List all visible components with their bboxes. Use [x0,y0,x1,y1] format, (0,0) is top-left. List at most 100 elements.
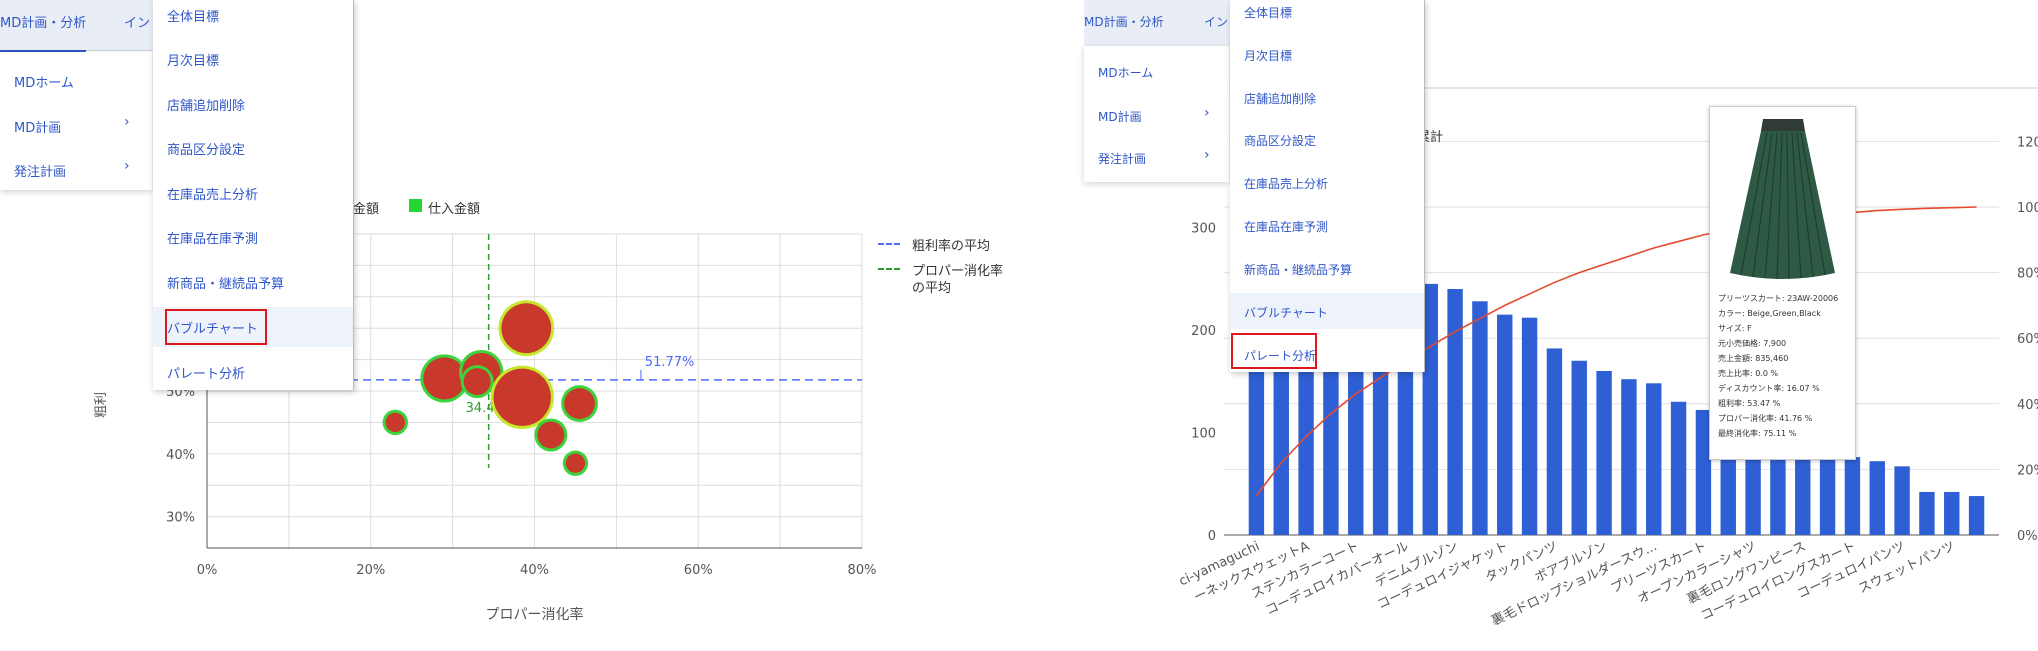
y2-tick-label: 80% [2017,267,2038,282]
y2-tick-label: 120% [2017,135,2038,150]
dropdown-item-new-continuing-budget[interactable]: 新商品・継続品予算 [1244,261,1352,278]
top-nav: MD計画・分析 イン [1084,0,1236,48]
dropdown-item-product-category[interactable]: 商品区分設定 [1244,132,1316,149]
x-tick-label: 20% [356,563,385,578]
dropdown-item-stock-forecast[interactable]: 在庫品在庫予測 [1244,218,1328,235]
tooltip-line: サイズ: F [1718,324,1752,333]
highlight-box-pareto-analysis [1231,333,1317,369]
pareto-bar [1795,447,1811,535]
skirt-image [1730,119,1835,280]
tooltip-line: プロパー消化率: 41.76 % [1718,414,1813,423]
tooltip-line: 売上金額: 835,460 [1718,354,1789,363]
chevron-right-icon: › [124,114,130,130]
submenu-item-md-home[interactable]: MDホーム [14,72,74,91]
dropdown-item-store-add-remove[interactable]: 店舗追加削除 [167,95,245,114]
bubble-point [423,357,466,400]
submenu-item-md-home[interactable]: MDホーム [1098,64,1153,81]
avg-margin-label: 51.77% [645,355,695,370]
pareto-bar [1919,491,1935,535]
x-tick-label: 40% [520,563,549,578]
dropdown-item-store-add-remove[interactable]: 店舗追加削除 [1244,90,1316,107]
tab-md-plan-analysis[interactable]: MD計画・分析 [1084,0,1168,48]
tooltip-line: プリーツスカート: 23AW-20006 [1718,294,1839,303]
bubble-point [537,421,565,449]
pareto-bar [1571,360,1587,535]
pareto-bar [1968,496,1985,535]
md-submenu: MDホーム MD計画 › 発注計画 › [1084,46,1229,182]
tooltip-line: ディスカウント率: 16.07 % [1718,384,1820,393]
dropdown-item-monthly-target[interactable]: 月次目標 [167,50,219,69]
md-plan-dropdown: 全体目標 月次目標 店舗追加削除 商品区分設定 在庫品売上分析 在庫品在庫予測 … [1230,0,1425,372]
legend-item-purchase-amount: 仕入金額 [428,202,481,217]
y-tick-label: 300 [1191,222,1216,237]
pareto-bar [1670,401,1687,535]
y-tick-label: 30% [166,511,195,526]
y-axis-label: 粗利 [94,392,109,418]
y-tick-label: 0 [1208,529,1216,544]
tab-inventory[interactable]: イン [1204,0,1228,46]
chevron-right-icon: › [1204,147,1210,163]
pareto-bar [1447,289,1463,535]
y-tick-label: 200 [1191,324,1216,339]
legend-line-avg-margin [878,243,900,245]
submenu-item-order-plan[interactable]: 発注計画 [1098,150,1146,167]
pareto-bar [1472,301,1488,535]
tooltip-line: カラー: Beige,Green,Black [1718,309,1821,318]
y2-tick-label: 60% [2017,332,2038,347]
submenu-item-md-plan[interactable]: MD計画 [1098,108,1142,125]
x-axis-label: プロパー消化率 [486,606,584,623]
x-tick-label: 80% [848,563,877,578]
dropdown-item-stock-sales-analysis[interactable]: 在庫品売上分析 [1244,175,1328,192]
pareto-bar [1546,348,1563,535]
tooltip-line: 粗利率: 53.47 % [1718,399,1781,408]
bubble-point [493,368,551,426]
highlight-box-bubble-chart [165,309,267,345]
submenu-item-order-plan[interactable]: 発注計画 [14,161,66,180]
bubble-point [564,388,595,419]
y2-tick-label: 0% [2017,529,2038,544]
dropdown-item-pareto-analysis[interactable]: パレート分析 [167,363,245,382]
y2-tick-label: 20% [2017,463,2038,478]
bubble-point [501,303,552,354]
bubble-point [385,412,406,433]
y-tick-label: 40% [166,448,195,463]
y2-tick-label: 100% [2017,201,2038,216]
chevron-right-icon: › [1204,105,1210,121]
y-tick-label: 100 [1191,427,1216,442]
tooltip-line: 最終消化率: 75.11 % [1718,429,1797,438]
pareto-bar [1894,466,1910,535]
tooltip-line: 元小売価格: 7,900 [1718,339,1787,348]
legend-line-avg-sellthrough [878,268,900,270]
legend-avg-sellthrough-2: の平均 [912,281,952,296]
dropdown-item-product-category[interactable]: 商品区分設定 [167,139,245,158]
pareto-bar [1621,379,1637,535]
pareto-bar [1646,383,1662,535]
pareto-bar [1596,371,1612,535]
submenu-item-md-plan[interactable]: MD計画 [14,117,61,136]
tooltip-line: 売上比率: 0.0 % [1718,369,1779,378]
dropdown-item-overall-target[interactable]: 全体目標 [1244,4,1292,21]
dropdown-item-stock-sales-analysis[interactable]: 在庫品売上分析 [167,184,258,203]
dropdown-item-stock-forecast[interactable]: 在庫品在庫予測 [167,228,258,247]
top-nav: MD計画・分析 イン [0,0,160,52]
x-tick-label: 0% [197,563,218,578]
md-submenu: MDホーム MD計画 › 発注計画 › [0,52,152,190]
right-panel: 01002003000%20%40%60%80%100%120%ci-yamag… [1084,0,2038,651]
legend-swatch-purchase [409,199,422,212]
tab-md-plan-analysis[interactable]: MD計画・分析 [0,0,86,52]
pareto-bar [1844,457,1861,535]
tab-inventory[interactable]: イン [124,0,150,50]
product-tooltip: プリーツスカート: 23AW-20006 カラー: Beige,Green,Bl… [1709,106,1856,460]
dropdown-item-monthly-target[interactable]: 月次目標 [1244,47,1292,64]
pareto-bar [1944,491,1960,535]
pareto-bar [1497,314,1513,535]
legend-avg-margin: 粗利率の平均 [912,239,991,254]
y2-tick-label: 40% [2017,398,2038,413]
left-panel: 0% 20% 40% 60% 80% 30% 40% 50% プロパー消化率 粗利 51.77% 34… [0,0,1010,651]
x-tick-label: 60% [684,563,713,578]
dropdown-item-bubble-chart[interactable]: バブルチャート [1244,304,1328,321]
chevron-right-icon: › [124,158,130,174]
dropdown-item-overall-target[interactable]: 全体目標 [167,6,219,25]
legend-item-amount: 金額 [353,202,380,217]
dropdown-item-new-continuing-budget[interactable]: 新商品・継続品予算 [167,273,284,292]
